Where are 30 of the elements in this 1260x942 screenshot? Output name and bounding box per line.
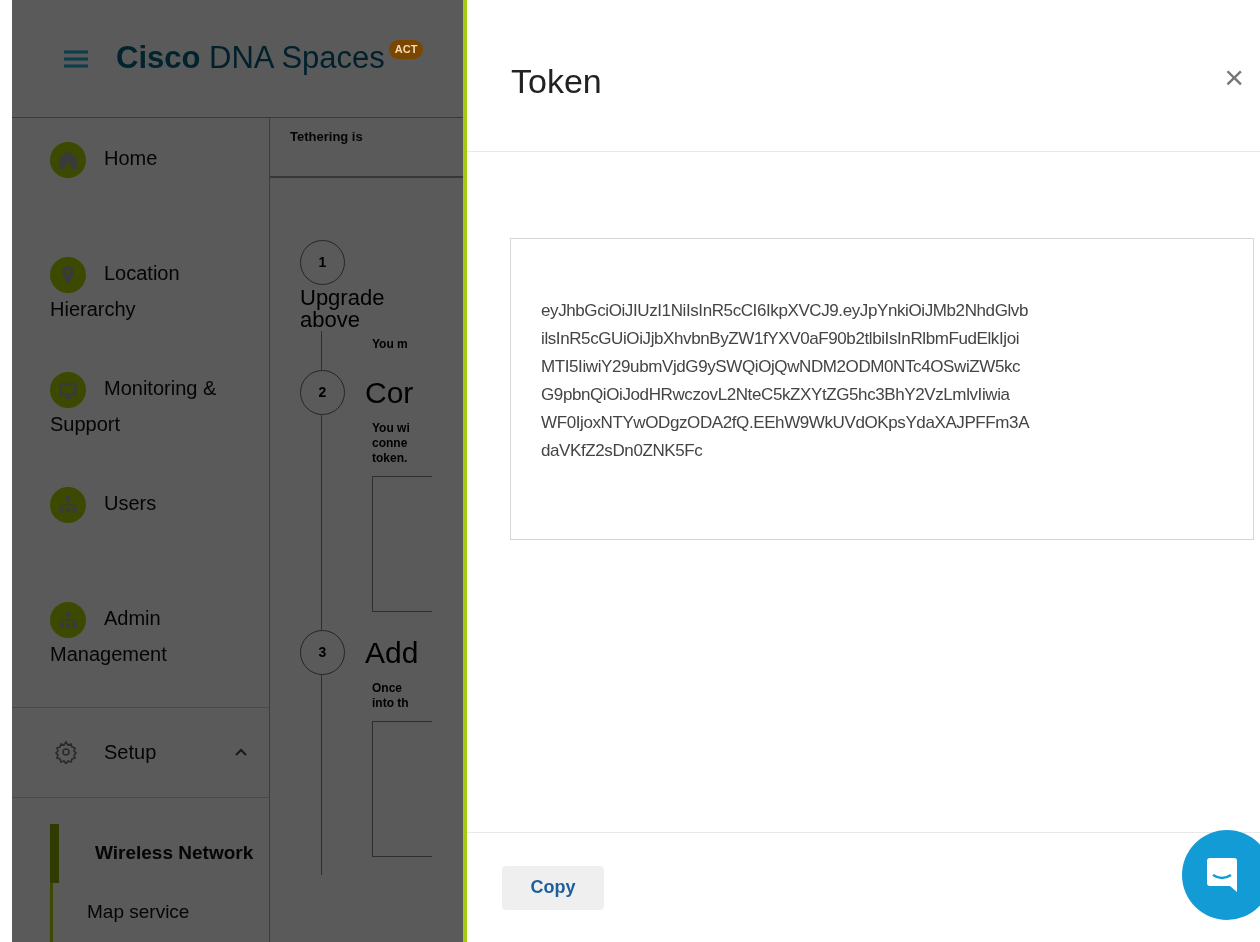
step-title: Upgrade above (300, 285, 386, 331)
plan-badge: ACT (388, 40, 424, 59)
settings-icon (54, 740, 78, 765)
org-icon (50, 486, 86, 523)
brand-name: Cisco DNA Spaces (116, 39, 385, 78)
step-title: Cor (365, 375, 414, 411)
sidebar-item[interactable]: Monitoring & Support (12, 371, 247, 487)
sidebar-item[interactable]: Home (12, 142, 247, 257)
submenu-item[interactable]: Wireless Network (59, 839, 254, 868)
drawer-title: Token (511, 61, 602, 102)
sidebar-item[interactable]: Location Hierarchy (12, 257, 247, 372)
chat-bubble-icon (1207, 858, 1237, 892)
sidebar-item[interactable]: Users (12, 486, 247, 602)
close-button[interactable]: × (1224, 60, 1244, 94)
chevron-up-icon[interactable] (235, 748, 247, 757)
org-icon (50, 601, 86, 638)
home-icon (50, 142, 86, 178)
submenu-item[interactable]: Map service (59, 898, 190, 927)
step-description: You wi conne token. (372, 421, 411, 466)
step-description: You m (372, 337, 409, 352)
monitor-icon (50, 371, 86, 408)
step-description: Once into th (372, 681, 410, 711)
copy-button[interactable]: Copy (502, 865, 604, 910)
setup-label[interactable]: Setup (104, 737, 235, 768)
sidebar-item[interactable]: Admin Management (12, 601, 247, 717)
token-text: eyJhbGciOiJIUzI1NiIsInR5cCI6IkpXVCJ9.eyJpYnkiOiJMb2NhdGlvb ilsInR5cGUiOiJjbXhvbnByZW1fYXV0aF90b2tlbiIsInRlbmFudElkIjoi MTI5IiwiY29ubmVjdG9ySWQiOjQwNDM2ODM0NTc4OSwiZW5kc G9pbnQiOiJodHRwczovL2NteC5kZXYtZG5hc3BhY2VzLmlvIiwia WF0IjoxNTYwODgzODA2fQ.EEhW9WkUVdOKpsYdaXAJPFFm3A daVKfZ2sDn0ZNK5Fc (541, 300, 1031, 462)
menu-icon[interactable] (64, 49, 88, 68)
pin-icon (50, 257, 86, 293)
banner-text: Tethering is (290, 129, 363, 144)
step-title: Add (365, 635, 419, 671)
